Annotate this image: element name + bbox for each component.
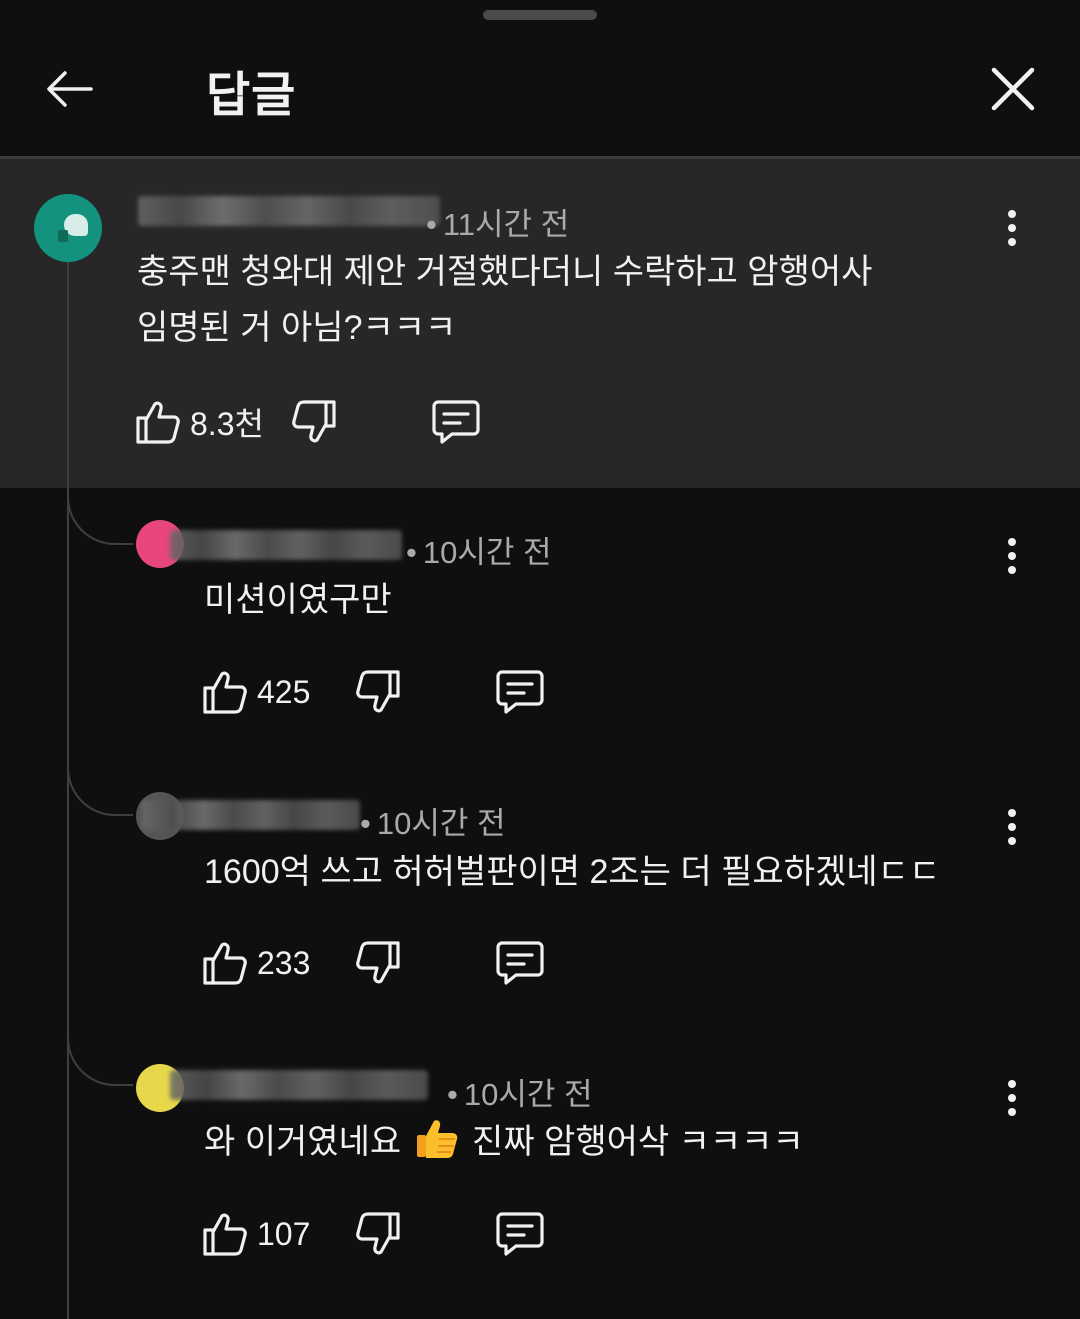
comment-time: 11시간 전 bbox=[442, 207, 570, 242]
comment-icon bbox=[496, 670, 544, 714]
dislike-button[interactable] bbox=[354, 1210, 402, 1258]
dislike-button[interactable] bbox=[354, 668, 402, 716]
comment-icon bbox=[496, 1212, 544, 1256]
thumb-up-icon bbox=[203, 671, 247, 714]
comment-time: 10시간 전 bbox=[463, 1077, 593, 1112]
more-button[interactable] bbox=[992, 526, 1032, 586]
thumb-up-icon bbox=[203, 942, 247, 985]
reply-button[interactable] bbox=[494, 1208, 546, 1260]
thumb-down-icon bbox=[356, 670, 400, 713]
thumbs-up-emoji bbox=[416, 1120, 457, 1158]
comment-text-part: 와 이거였네요 bbox=[204, 1123, 402, 1161]
comment-meta: • 10시간 전 bbox=[360, 806, 506, 841]
comment-actions: 425 bbox=[201, 662, 546, 722]
comment-text-line-2: 임명된 거 아님?ㅋㅋㅋ bbox=[137, 309, 457, 347]
dislike-button[interactable] bbox=[354, 939, 402, 987]
more-button[interactable] bbox=[992, 1068, 1032, 1128]
comment-icon bbox=[496, 941, 544, 985]
thread-line bbox=[67, 262, 69, 1319]
username-redacted[interactable] bbox=[170, 1070, 428, 1100]
like-button[interactable]: 107 bbox=[201, 1210, 310, 1258]
thumb-down-icon bbox=[356, 1212, 400, 1255]
comment-text-part: 진짜 암행어삭 ㅋㅋㅋㅋ bbox=[472, 1123, 804, 1161]
username-redacted[interactable] bbox=[170, 530, 402, 560]
thread-connector bbox=[67, 1026, 133, 1086]
thumb-up-icon bbox=[203, 1213, 247, 1256]
comment-actions: 233 bbox=[201, 933, 546, 993]
close-icon bbox=[991, 67, 1035, 111]
back-button[interactable] bbox=[36, 56, 102, 122]
header: 답글 bbox=[0, 0, 1080, 158]
comment-actions: 8.3천 bbox=[134, 392, 482, 452]
more-button[interactable] bbox=[992, 797, 1032, 857]
dislike-button[interactable] bbox=[290, 398, 338, 446]
comment-text: 와 이거였네요 진짜 암행어삭 ㅋㅋㅋㅋ bbox=[204, 1114, 804, 1170]
like-button[interactable]: 425 bbox=[201, 668, 310, 716]
comment-text: 1600억 쓰고 허허벌판이면 2조는 더 필요하겠네ㄷㄷ bbox=[204, 853, 941, 891]
arrow-left-icon bbox=[47, 71, 93, 107]
thumb-down-icon bbox=[356, 941, 400, 984]
like-count: 107 bbox=[257, 1215, 311, 1252]
comment-text: 미션이였구만 bbox=[204, 581, 392, 619]
replies-sheet: 답글 • 11시간 전 충주맨 청와대 제안 거절했다더니 수락하고 암행어사 임… bbox=[0, 0, 1080, 1319]
more-button[interactable] bbox=[992, 198, 1032, 258]
avatar[interactable] bbox=[34, 194, 102, 262]
comment-icon bbox=[432, 400, 480, 444]
reply-button[interactable] bbox=[494, 937, 546, 989]
comment-time: 10시간 전 bbox=[376, 806, 506, 841]
thread-connector bbox=[67, 756, 133, 816]
reply-button[interactable] bbox=[494, 666, 546, 718]
reply-button[interactable] bbox=[430, 396, 482, 448]
like-count: 233 bbox=[257, 944, 311, 981]
like-button[interactable]: 8.3천 bbox=[134, 398, 264, 446]
username-redacted[interactable] bbox=[138, 196, 440, 226]
username-redacted[interactable] bbox=[142, 800, 360, 830]
page-title: 답글 bbox=[206, 67, 297, 123]
comment-meta: • 11시간 전 bbox=[426, 207, 570, 242]
comment-meta: • 10시간 전 bbox=[447, 1077, 593, 1112]
like-button[interactable]: 233 bbox=[201, 939, 310, 987]
thumb-up-icon bbox=[136, 401, 180, 444]
close-button[interactable] bbox=[980, 56, 1046, 122]
thread-connector bbox=[67, 485, 133, 545]
comment-meta: • 10시간 전 bbox=[406, 535, 552, 570]
like-count: 8.3천 bbox=[190, 406, 264, 442]
like-count: 425 bbox=[257, 673, 311, 710]
thumb-down-icon bbox=[292, 400, 336, 443]
comment-actions: 107 bbox=[201, 1204, 546, 1264]
comment-time: 10시간 전 bbox=[422, 535, 552, 570]
comment-text-line-1: 충주맨 청와대 제안 거절했다더니 수락하고 암행어사 bbox=[137, 253, 873, 291]
